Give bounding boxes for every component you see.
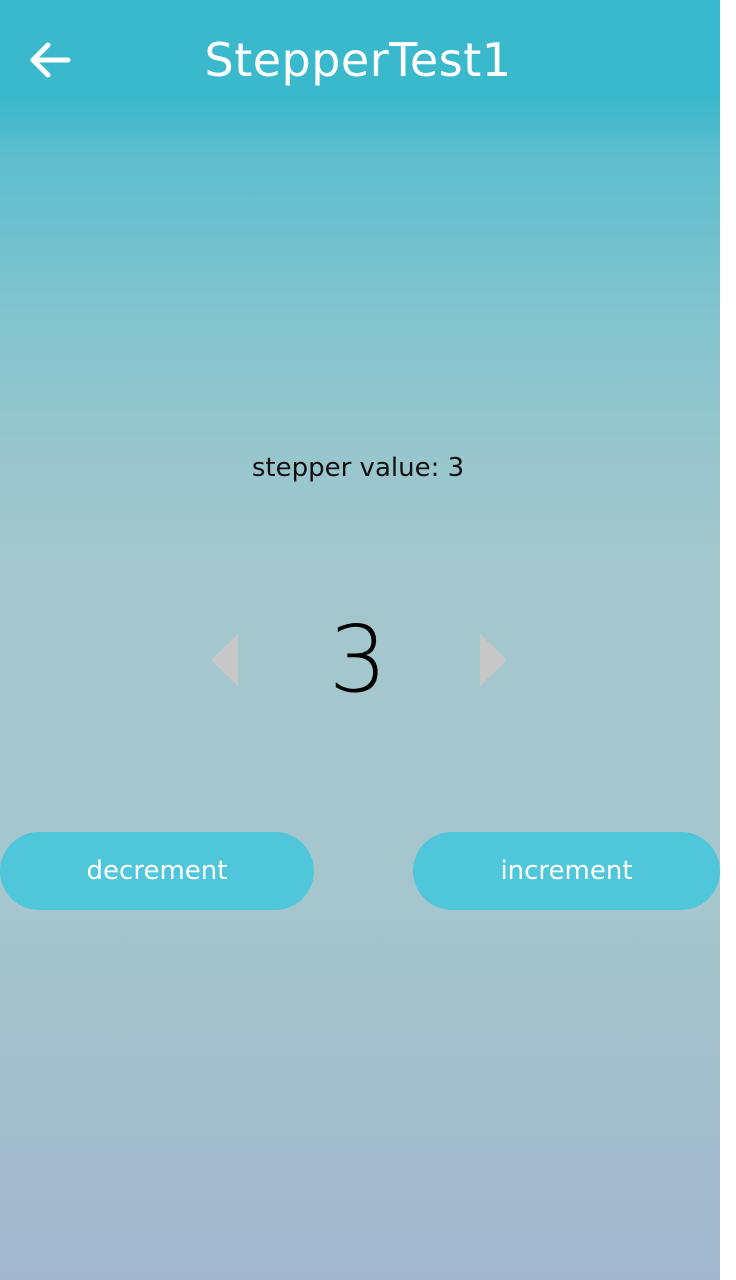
stepper: 3 <box>200 600 520 720</box>
increment-button[interactable]: increment <box>413 832 720 910</box>
triangle-left-icon <box>211 634 238 686</box>
decrement-button[interactable]: decrement <box>0 832 314 910</box>
triangle-right-icon <box>480 634 507 686</box>
stepper-value-label: stepper value: 3 <box>251 453 465 483</box>
stepper-value: 3 <box>328 606 388 713</box>
header-bar: StepperTest1 <box>0 0 720 120</box>
stepper-previous-button[interactable] <box>208 630 242 690</box>
page-title: StepperTest1 <box>204 33 512 87</box>
app-screen: StepperTest1 stepper value: 3 3 decremen… <box>0 0 720 1280</box>
stepper-next-button[interactable] <box>476 630 510 690</box>
